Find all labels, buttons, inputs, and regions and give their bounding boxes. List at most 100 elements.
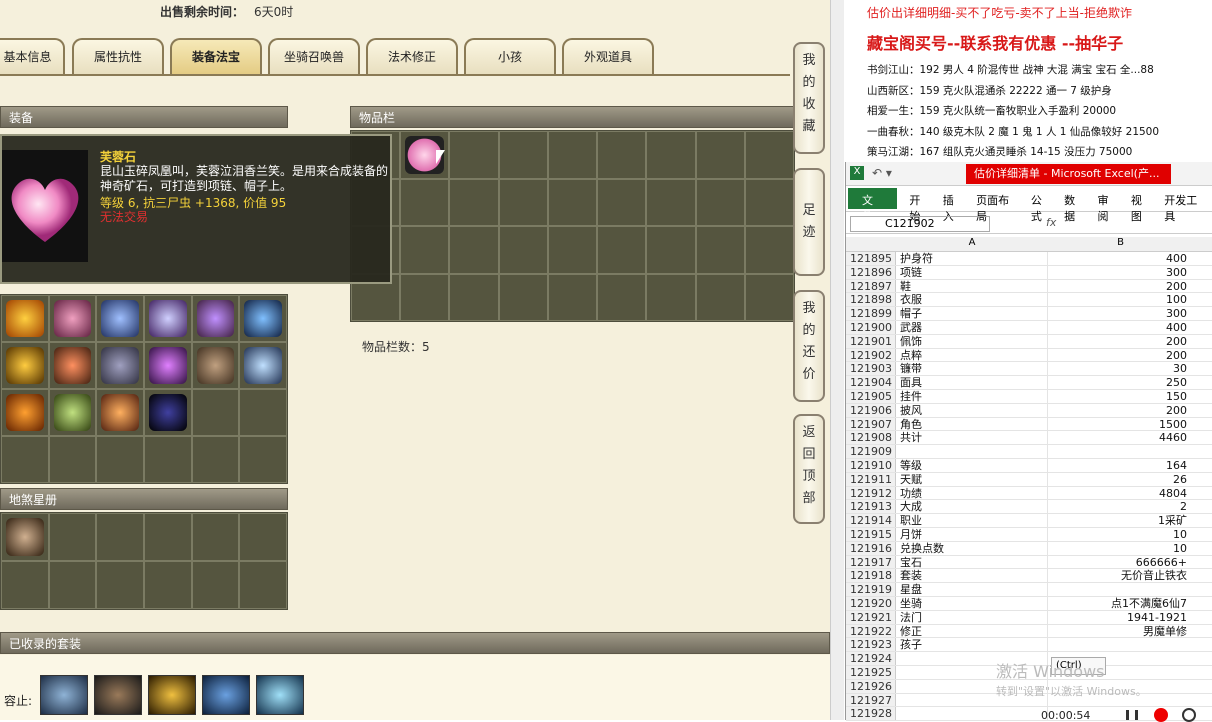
- grid-cell[interactable]: [191, 342, 240, 389]
- grid-cell[interactable]: [191, 513, 240, 561]
- table-cell[interactable]: 1941-1921: [1048, 611, 1193, 624]
- grid-cell[interactable]: [239, 513, 287, 561]
- table-cell[interactable]: 点1不满魔6仙7: [1048, 597, 1193, 610]
- table-cell[interactable]: 挂件: [896, 389, 1048, 403]
- grid-cell[interactable]: [144, 513, 192, 561]
- table-cell[interactable]: 星盘: [896, 583, 1048, 596]
- grid-cell[interactable]: [96, 295, 144, 342]
- table-cell[interactable]: 披风: [896, 403, 1048, 417]
- tab-mounts[interactable]: 坐骑召唤兽: [268, 38, 360, 74]
- grid-cell[interactable]: [449, 226, 499, 274]
- ribbon-tab[interactable]: 视图: [1125, 186, 1158, 223]
- name-box[interactable]: C121902: [850, 216, 990, 232]
- grid-cell[interactable]: [96, 342, 144, 389]
- grid-cell[interactable]: [1, 513, 49, 561]
- grid-cell[interactable]: [646, 226, 696, 274]
- table-cell[interactable]: 250: [1048, 376, 1193, 389]
- grid-cell[interactable]: [239, 561, 287, 609]
- item-icon[interactable]: [6, 347, 44, 384]
- table-cell[interactable]: 男魔单修: [1048, 625, 1193, 638]
- item-icon[interactable]: [101, 300, 139, 337]
- table-cell[interactable]: 200: [1048, 335, 1193, 348]
- grid-cell[interactable]: [695, 226, 745, 274]
- grid-cell[interactable]: [597, 178, 647, 226]
- item-icon[interactable]: [244, 347, 282, 384]
- table-cell[interactable]: 164: [1048, 459, 1193, 472]
- item-icon[interactable]: [6, 300, 44, 337]
- table-cell[interactable]: 点粹: [896, 348, 1048, 362]
- table-cell[interactable]: [896, 445, 1048, 458]
- grid-cell[interactable]: [695, 273, 745, 321]
- tab-basic-info[interactable]: 基本信息: [0, 38, 65, 74]
- table-cell[interactable]: 100: [1048, 293, 1193, 306]
- grid-cell[interactable]: [48, 436, 97, 483]
- quick-access-icon[interactable]: ↶ ▾: [872, 166, 892, 180]
- col-header-b[interactable]: B: [1048, 237, 1193, 251]
- grid-cell[interactable]: [144, 295, 192, 342]
- item-icon[interactable]: [6, 518, 44, 556]
- grid-cell[interactable]: [597, 273, 647, 321]
- item-icon[interactable]: [53, 394, 92, 431]
- item-icon[interactable]: [101, 394, 139, 431]
- tab-appearance[interactable]: 外观道具: [562, 38, 654, 74]
- item-icon[interactable]: [6, 394, 44, 431]
- ribbon-tab[interactable]: 开始: [903, 186, 936, 223]
- grid-cell[interactable]: [191, 389, 240, 436]
- suit-icon[interactable]: [256, 675, 304, 715]
- table-cell[interactable]: 天赋: [896, 472, 1048, 486]
- table-cell[interactable]: 400: [1048, 252, 1193, 265]
- table-cell[interactable]: 大成: [896, 500, 1048, 514]
- item-icon[interactable]: [149, 347, 187, 384]
- grid-cell[interactable]: [191, 561, 240, 609]
- grid-cell[interactable]: [144, 561, 192, 609]
- item-icon[interactable]: [149, 300, 187, 337]
- suit-icon[interactable]: [94, 675, 142, 715]
- suit-icon[interactable]: [202, 675, 250, 715]
- grid-cell[interactable]: [96, 513, 144, 561]
- grid-cell[interactable]: [547, 131, 598, 179]
- item-icon[interactable]: [244, 300, 282, 337]
- grid-cell[interactable]: [1, 342, 49, 389]
- col-header-a[interactable]: A: [896, 237, 1048, 251]
- item-icon[interactable]: [196, 300, 235, 337]
- grid-cell[interactable]: [744, 226, 794, 274]
- grid-cell[interactable]: [144, 389, 192, 436]
- table-cell[interactable]: 套装: [896, 569, 1048, 583]
- pause-icon[interactable]: [1126, 710, 1138, 720]
- table-cell[interactable]: 宝石: [896, 555, 1048, 569]
- grid-cell[interactable]: [498, 273, 548, 321]
- table-cell[interactable]: 1采矿: [1048, 514, 1193, 527]
- grid-cell[interactable]: [498, 131, 548, 179]
- grid-cell[interactable]: [400, 273, 450, 321]
- table-cell[interactable]: 功绩: [896, 486, 1048, 500]
- grid-cell[interactable]: [48, 389, 97, 436]
- table-cell[interactable]: [1048, 583, 1193, 596]
- suit-icon[interactable]: [40, 675, 88, 715]
- my-favorites-button[interactable]: 我的收藏: [793, 42, 825, 154]
- table-cell[interactable]: 150: [1048, 390, 1193, 403]
- grid-cell[interactable]: [239, 342, 287, 389]
- my-offers-button[interactable]: 我的还价: [793, 290, 825, 402]
- grid-cell[interactable]: [191, 436, 240, 483]
- table-cell[interactable]: [1048, 445, 1193, 458]
- ribbon-tab[interactable]: 数据: [1058, 186, 1091, 223]
- grid-cell[interactable]: [400, 178, 450, 226]
- grid-cell[interactable]: [48, 342, 97, 389]
- table-cell[interactable]: 200: [1048, 349, 1193, 362]
- grid-cell[interactable]: [239, 436, 287, 483]
- table-cell[interactable]: 镰带: [896, 362, 1048, 376]
- table-cell[interactable]: 26: [1048, 473, 1193, 486]
- grid-cell[interactable]: [144, 342, 192, 389]
- grid-cell[interactable]: [191, 295, 240, 342]
- grid-cell[interactable]: [646, 131, 696, 179]
- table-cell[interactable]: [896, 707, 1048, 721]
- grid-cell[interactable]: [400, 226, 450, 274]
- table-cell[interactable]: 200: [1048, 404, 1193, 417]
- grid-cell[interactable]: [1, 561, 49, 609]
- table-cell[interactable]: 佩饰: [896, 334, 1048, 348]
- footprint-button[interactable]: 足迹: [793, 168, 825, 276]
- ribbon-tab[interactable]: 插入: [937, 186, 970, 223]
- grid-cell[interactable]: [48, 295, 97, 342]
- suit-icon[interactable]: [148, 675, 196, 715]
- table-cell[interactable]: 月饼: [896, 527, 1048, 541]
